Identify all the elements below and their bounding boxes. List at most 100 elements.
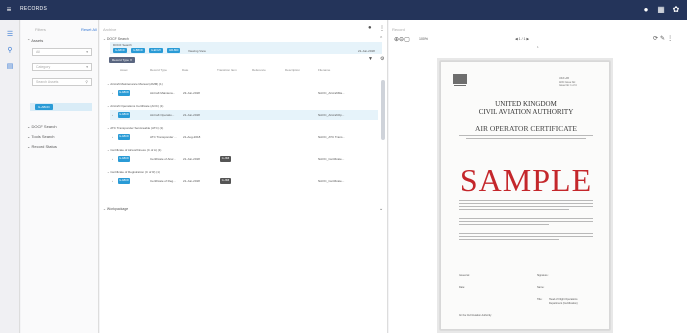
page-navigator[interactable]: ◀ 1 / 1 ▶ (515, 37, 529, 41)
workpackage-toggle[interactable]: ⌄ Workpackage (103, 207, 128, 211)
group-header[interactable]: ⌄ ATC Transponder Serviceable (ATC) (1) (107, 126, 163, 130)
date-cell: 23-Jun-2018 (183, 91, 200, 95)
assets-select[interactable]: All ▾ (32, 48, 92, 56)
title-value: Head of Flight Operations (549, 298, 578, 301)
issued-at-label: Issued at: (459, 274, 470, 277)
sample-watermark: SAMPLE (459, 162, 593, 198)
authority-label: for the Civil Aviation Authority (459, 314, 492, 317)
edit-icon[interactable]: ✎ (660, 36, 667, 42)
table-row[interactable]: › G-ABCD ATC Transponder ... 21-Aug-2018… (110, 132, 378, 142)
search-icon[interactable]: ⚲ (5, 46, 15, 56)
search-icon: ⚲ (85, 80, 88, 84)
title-label: Title: (537, 298, 543, 301)
query-tag[interactable]: G-ABCD (113, 48, 127, 53)
bell-icon[interactable]: ● (641, 5, 651, 15)
list-icon[interactable]: ☰ (5, 30, 15, 40)
document-title: AIR OPERATOR CERTIFICATE (475, 124, 577, 133)
group-header[interactable]: ⌄ Certificate of Airworthiness (C of A) … (107, 148, 161, 152)
transition-badge: G-JIMI (220, 156, 231, 162)
record-type-cell: Aircraft Maintena... (150, 91, 176, 95)
column-header[interactable]: Filename (318, 68, 330, 72)
fit-page-icon[interactable]: ▢ (404, 37, 410, 43)
page-number: 1 (537, 45, 539, 49)
filter-section-tools[interactable]: ⌄ Tools Search (27, 134, 55, 139)
results-scrollbar[interactable] (381, 80, 385, 140)
settings-icon[interactable]: ✿ (671, 5, 681, 15)
asset-badge: G-ABCD (118, 112, 130, 118)
text-line (459, 206, 593, 207)
filter-section-docf[interactable]: ⌄ DOCF Search (27, 124, 57, 129)
column-header[interactable]: Date (182, 68, 188, 72)
top-bar: ≡ RECORDS ● ▦ ✿ (0, 0, 687, 20)
query-summary: DOCF Search G-ABCD G-BBCD G-EFGH AIR-B00… (110, 42, 382, 54)
category-placeholder: Category (36, 65, 51, 69)
filter-icon[interactable]: ▼ (368, 56, 373, 62)
group-title: ATC Transponder Serviceable (ATC) (1) (110, 126, 164, 130)
date-cell: 21-Jun-2018 (183, 113, 200, 117)
group-header[interactable]: ⌄ Certificate of Registration (C of R) (… (107, 170, 160, 174)
column-header[interactable]: Reference (252, 68, 266, 72)
asset-badge: G-ABCD (118, 156, 130, 162)
search-assets-input[interactable]: Search Assets ⚲ (32, 78, 92, 86)
column-header[interactable]: Asset (120, 68, 128, 72)
chevron-down-icon[interactable]: ⌄ (379, 206, 383, 212)
query-date: 21-Jun-2018 (358, 49, 375, 53)
query-tag[interactable]: AIR-B00 (167, 48, 181, 53)
name-label: Name: (537, 286, 545, 289)
text-line (459, 203, 593, 204)
filename-cell: NAOC_AircraftOp... (318, 113, 345, 117)
table-row[interactable]: › G-ABCD Certificate of Airw... 21-Jun-2… (110, 154, 378, 164)
text-line (459, 200, 593, 201)
assets-toggle[interactable]: ⌃ Assets (27, 38, 43, 43)
text-line (459, 209, 569, 210)
table-row[interactable]: › G-ABCD Aircraft Maintena... 23-Jun-201… (110, 88, 378, 98)
selected-asset-row[interactable]: G-ABCD (30, 103, 92, 111)
menu-icon[interactable]: ≡ (4, 5, 14, 15)
kebab-menu-icon[interactable]: ⋮ (379, 25, 385, 32)
document-icon[interactable]: ▤ (5, 62, 15, 72)
group-title: Aircraft Maintenance Manual (AMM) (1) (110, 82, 163, 86)
rotate-icon[interactable]: ⟳ (653, 36, 660, 42)
table-row[interactable]: › G-ABCD Certificate of Reg... 21-Jun-20… (110, 176, 378, 186)
table-row[interactable]: › G-ABCD Aircraft Operatio... 21-Jun-201… (110, 110, 378, 120)
category-select[interactable]: Category ▾ (32, 63, 92, 71)
record-type-cell: ATC Transponder ... (150, 135, 177, 139)
date-cell: 21-Aug-2018 (183, 135, 201, 139)
grid-icon[interactable]: ▦ (656, 5, 666, 15)
group-title: Certificate of Registration (C of R) (1) (110, 170, 160, 174)
reset-all-link[interactable]: Reset All (81, 27, 97, 32)
record-type-cell: Certificate of Airw... (150, 157, 176, 161)
crest-logo (453, 74, 467, 84)
query-tag[interactable]: G-EFGH (149, 48, 163, 53)
viewer-tools: ⊕⊖▢ (394, 36, 410, 43)
record-type-filter-chip[interactable]: Record Type ✕ (109, 57, 136, 63)
query-label: DOCF Search (113, 43, 132, 47)
filters-title: Filters (35, 27, 46, 32)
filter-section-status[interactable]: ⌄ Record Status (27, 144, 57, 149)
column-header[interactable]: Transition Item (217, 68, 237, 72)
filename-cell: NAOC_Certificate... (318, 179, 345, 183)
filter-section-label: DOCF Search (31, 124, 57, 129)
group-header[interactable]: ⌄ Aircraft Operations Certificate (AOC) … (107, 104, 163, 108)
chevron-right-icon: › (112, 157, 113, 161)
info-icon[interactable]: ● (368, 25, 372, 31)
date-label: Date: (459, 286, 465, 289)
results-panel: Archive ● ⋮ ⌄ DOCF Search ⌃ DOCF Search … (100, 20, 388, 333)
kebab-menu-icon[interactable]: ⋮ (667, 36, 675, 42)
filters-panel: Filters Reset All ⌃ Assets All ▾ Category… (21, 20, 99, 333)
column-header[interactable]: Record Type (150, 68, 167, 72)
column-header[interactable]: Description (285, 68, 300, 72)
title-value-2: Department (Certification) (549, 302, 578, 305)
query-tag[interactable]: G-BBCD (131, 48, 145, 53)
assets-select-value: All (36, 50, 40, 54)
gear-icon[interactable]: ⚙ (380, 56, 384, 62)
saved-search-toggle[interactable]: ⌄ DOCF Search (103, 37, 129, 41)
document-authority: CIVIL AVIATION AUTHORITY (478, 108, 574, 116)
app-title: RECORDS (20, 6, 48, 12)
chevron-right-icon: › (112, 91, 113, 95)
assets-label: Assets (31, 38, 44, 43)
results-title: Archive (103, 27, 117, 32)
zoom-level[interactable]: 100% (419, 37, 428, 41)
filter-section-label: Tools Search (31, 134, 55, 139)
group-header[interactable]: ⌄ Aircraft Maintenance Manual (AMM) (1) (107, 82, 163, 86)
